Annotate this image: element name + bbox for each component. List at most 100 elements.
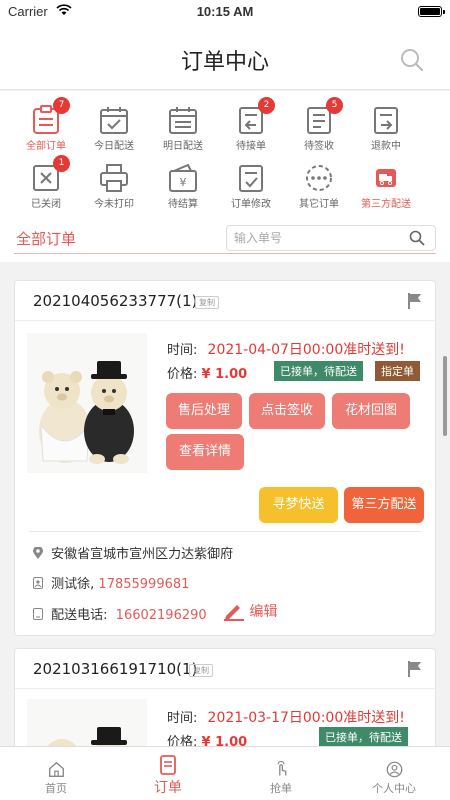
- contact-phone[interactable]: 17855999681: [98, 577, 189, 592]
- category-label: 已关闭: [31, 199, 61, 210]
- search-icon[interactable]: [400, 48, 424, 72]
- delivery-time: 2021-04-07日00:00准时送到!: [207, 342, 405, 358]
- badge-count: 1: [53, 155, 70, 172]
- category-label: 退款中: [371, 141, 401, 152]
- tab-home[interactable]: 首页: [0, 761, 112, 796]
- doc-return-icon: 2: [236, 97, 275, 135]
- flower-photo-button[interactable]: 花材回图: [332, 393, 410, 429]
- category-unprinted[interactable]: 今未打印: [74, 163, 154, 210]
- price-value: ¥ 1.00: [201, 367, 248, 382]
- category-label: 明日配送: [163, 141, 203, 152]
- filter-bar: 全部订单 输入单号: [0, 222, 450, 262]
- badge-count: 7: [53, 97, 70, 114]
- order-id: 202104056233777(1): [33, 292, 198, 310]
- sign-button[interactable]: 点击签收: [249, 393, 325, 429]
- category-label: 今日配送: [94, 141, 134, 152]
- time-label: 时间:: [167, 711, 198, 726]
- search-placeholder: 输入单号: [234, 231, 283, 245]
- status-badge: 已接单，待配送: [274, 361, 363, 381]
- doc-check-icon: 5: [304, 97, 343, 135]
- edit-button[interactable]: 编辑: [223, 599, 277, 621]
- category-today[interactable]: 今日配送: [74, 105, 154, 152]
- category-label: 今未打印: [94, 199, 134, 210]
- refund-doc-icon: [371, 105, 401, 135]
- category-grid: 7 全部订单 今日配送 明日配送 2 待接单 5 待签收 退款中 1 已关闭 今…: [0, 91, 450, 222]
- time-row: 时间: 2021-04-07日00:00准时送到!: [167, 339, 405, 359]
- copy-button[interactable]: 复制: [189, 664, 213, 677]
- category-label: 待接单: [236, 141, 266, 152]
- category-refunding[interactable]: 退款中: [346, 105, 426, 152]
- tab-grab-orders[interactable]: 抢单: [225, 761, 337, 796]
- calendar-icon: [168, 105, 198, 135]
- view-details-button[interactable]: 查看详情: [166, 434, 244, 470]
- flag-icon[interactable]: [407, 660, 423, 678]
- location-pin-icon: [33, 547, 43, 559]
- edit-doc-icon: [236, 163, 266, 193]
- status-badge: 已接单，待配送: [319, 727, 408, 747]
- badge-count: 5: [326, 97, 343, 114]
- tab-label: 个人中心: [372, 782, 416, 795]
- order-card: 202104056233777(1) 复制 时间: 2021-04-07日00:…: [14, 280, 436, 636]
- order-header: 202104056233777(1) 复制: [15, 281, 435, 321]
- badge-count: 2: [258, 97, 275, 114]
- price-row: 价格: ¥ 1.00: [167, 363, 247, 382]
- address-text: 安徽省宣城市宣州区力达紫御府: [51, 547, 234, 562]
- page-title: 订单中心: [180, 50, 269, 75]
- category-label: 订单修改: [231, 199, 271, 210]
- third-party-delivery-button[interactable]: 第三方配送: [344, 487, 424, 523]
- delivery-time: 2021-03-17日00:00准时送到!: [207, 710, 405, 726]
- category-label: 待签收: [304, 141, 334, 152]
- delivery-phone-label: 配送电话:: [51, 608, 108, 623]
- tab-orders[interactable]: 订单: [112, 755, 224, 797]
- tap-hand-icon: [277, 761, 286, 776]
- pencil-icon: [224, 605, 244, 621]
- scrollbar[interactable]: [443, 356, 447, 436]
- product-photo: [27, 333, 147, 473]
- home-icon: [48, 761, 64, 777]
- order-number-search-input[interactable]: 输入单号: [226, 225, 436, 251]
- flag-icon[interactable]: [407, 292, 423, 310]
- tab-profile[interactable]: 个人中心: [338, 761, 450, 796]
- category-label: 第三方配送: [361, 199, 411, 210]
- designated-badge: 指定单: [375, 361, 420, 381]
- printer-icon: [99, 163, 129, 193]
- user-icon: [386, 761, 402, 778]
- svg-text:¥: ¥: [180, 176, 187, 189]
- address-row: 安徽省宣城市宣州区力达紫御府: [33, 543, 233, 562]
- divider: [14, 253, 436, 254]
- contact-icon: [33, 577, 43, 589]
- category-label: 全部订单: [26, 141, 66, 152]
- category-label: 待结算: [168, 199, 198, 210]
- order-list-icon: [160, 755, 176, 775]
- category-third-party[interactable]: 第三方配送: [346, 163, 426, 210]
- order-id: 202103166191710(1): [33, 660, 198, 678]
- all-orders-filter[interactable]: 全部订单: [16, 228, 76, 249]
- phone-icon: [33, 608, 43, 620]
- delivery-phone-row: 配送电话: 16602196290: [33, 604, 207, 623]
- contact-name: 测试徐,: [51, 577, 95, 592]
- order-center-screen: Carrier 10:15 AM 订单中心 7 全部订单 今日配送 明日配送 2…: [0, 0, 450, 800]
- contact-row: 测试徐, 17855999681: [33, 573, 189, 592]
- more-circle-icon: [304, 163, 334, 193]
- search-icon[interactable]: [409, 230, 425, 246]
- copy-button[interactable]: 复制: [195, 296, 219, 309]
- closed-icon: 1: [31, 155, 70, 193]
- clipboard-icon: 7: [31, 97, 70, 135]
- calendar-check-icon: [99, 105, 129, 135]
- tab-label: 首页: [45, 782, 67, 795]
- divider: [29, 531, 421, 532]
- price-label: 价格:: [167, 367, 198, 382]
- time-label: 时间:: [167, 343, 198, 358]
- category-label: 其它订单: [299, 199, 339, 210]
- nav-bar: 订单中心: [0, 24, 450, 90]
- tab-label: 订单: [154, 780, 182, 796]
- clock: 10:15 AM: [196, 4, 254, 19]
- truck-icon: [371, 163, 401, 193]
- wallet-icon: ¥: [168, 163, 198, 193]
- delivery-phone[interactable]: 16602196290: [116, 608, 207, 623]
- after-sale-button[interactable]: 售后处理: [166, 393, 242, 429]
- tab-label: 抢单: [270, 782, 292, 795]
- edit-label: 编辑: [249, 604, 278, 620]
- xunmeng-delivery-button[interactable]: 寻梦快送: [259, 487, 338, 523]
- order-header: 202103166191710(1) 复制: [15, 649, 435, 689]
